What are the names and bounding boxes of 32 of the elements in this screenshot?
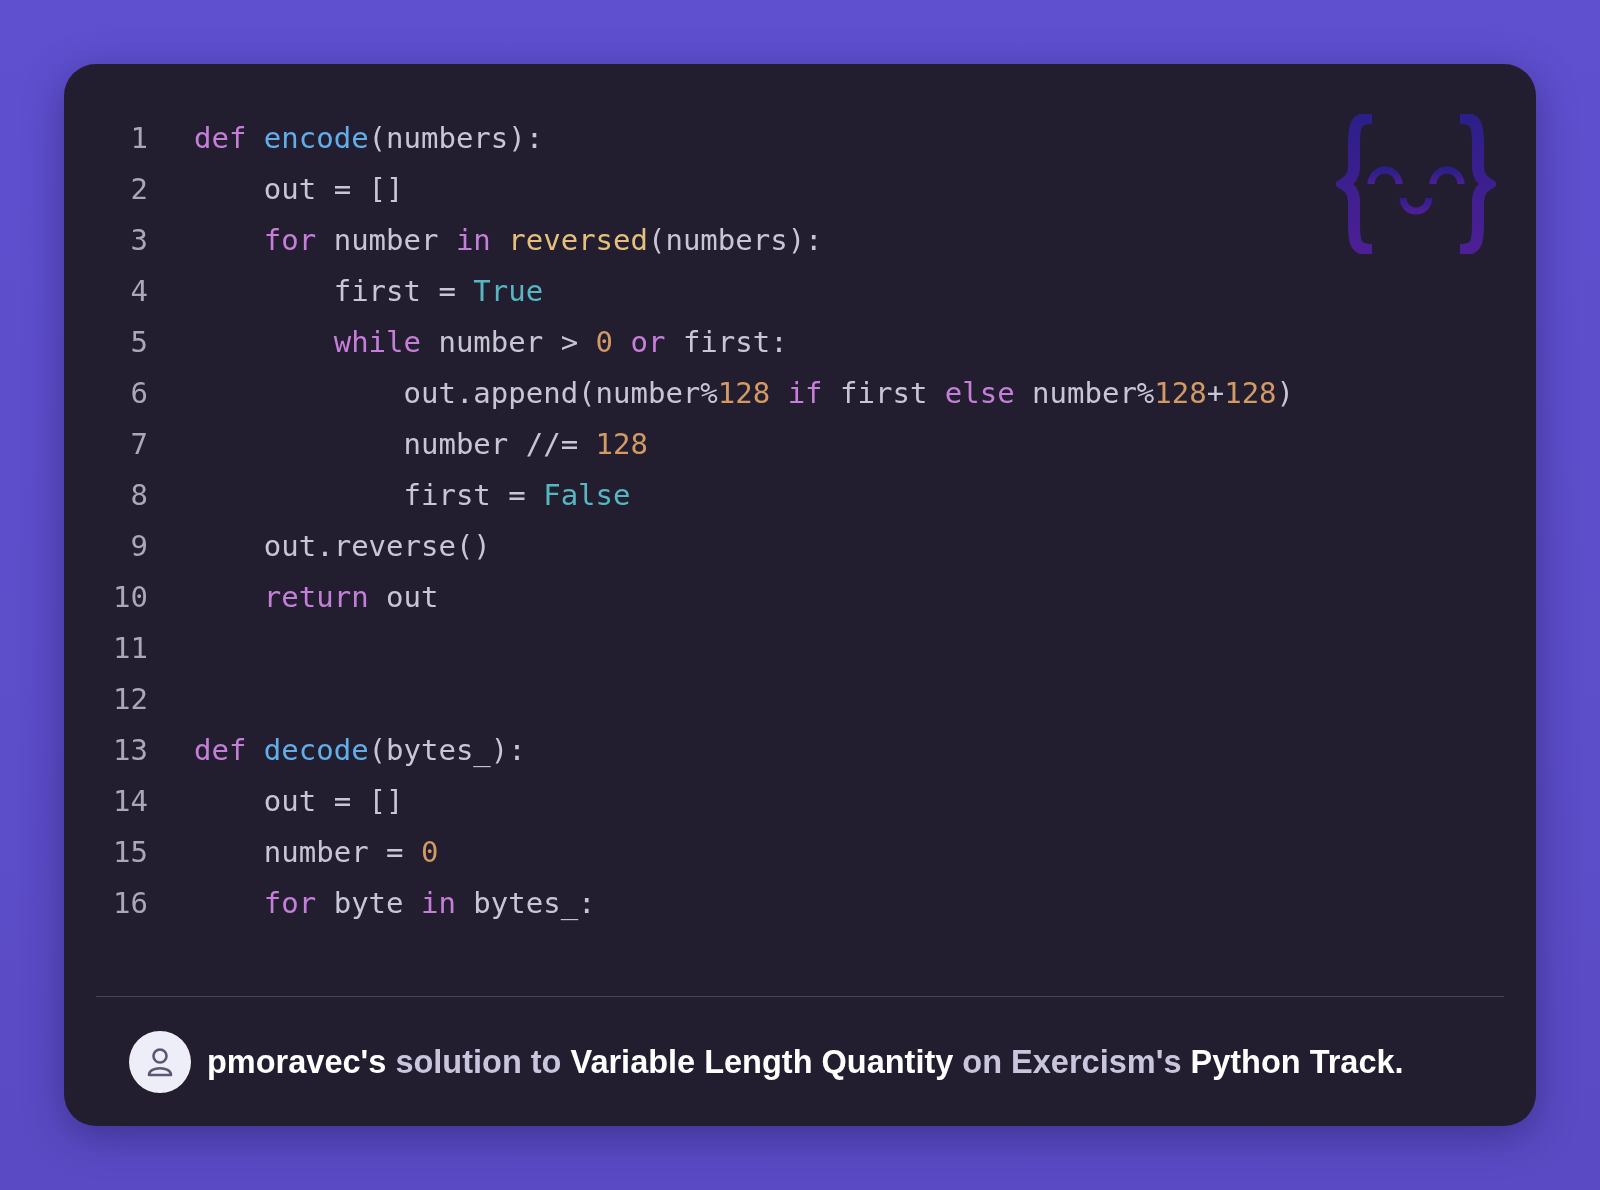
code-line: first = False xyxy=(402,477,631,512)
line-number: 2 xyxy=(129,171,148,206)
person-icon xyxy=(147,1047,173,1077)
code-line: for number in reversed(numbers): xyxy=(262,222,823,257)
line-number: 15 xyxy=(112,834,148,869)
code-line: for byte in bytes_: xyxy=(262,885,596,920)
line-number: 16 xyxy=(112,885,148,920)
code-line: def decode(bytes_): xyxy=(194,732,526,767)
code-line: def encode(numbers): xyxy=(194,120,544,155)
line-number: 14 xyxy=(112,783,148,818)
code-line: out = [] xyxy=(262,171,404,206)
line-number: 6 xyxy=(129,375,148,410)
code-line: number = 0 xyxy=(262,834,439,869)
line-number: 8 xyxy=(129,477,148,512)
code-line: first = True xyxy=(332,273,544,308)
line-number: 11 xyxy=(112,630,148,665)
line-number: 9 xyxy=(129,528,148,563)
code-line: number //= 128 xyxy=(402,426,648,461)
solution-caption: pmoravec's solution to Variable Length Quantity on Exercism's Python Track. xyxy=(207,1043,1404,1081)
line-number: 10 xyxy=(112,579,148,614)
code-line: return out xyxy=(262,579,439,614)
line-number: 7 xyxy=(129,426,148,461)
code-line: out.reverse() xyxy=(262,528,491,563)
line-number: 4 xyxy=(129,273,148,308)
line-number: 12 xyxy=(112,681,148,716)
code-line: out.append(number%128 if first else number%128+128) xyxy=(402,375,1295,410)
line-number: 5 xyxy=(129,324,148,359)
line-number: 3 xyxy=(129,222,148,257)
code-line: out = [] xyxy=(262,783,404,818)
code-line: while number > 0 or first: xyxy=(332,324,788,359)
line-number: 13 xyxy=(112,732,148,767)
line-number: 1 xyxy=(129,120,148,155)
